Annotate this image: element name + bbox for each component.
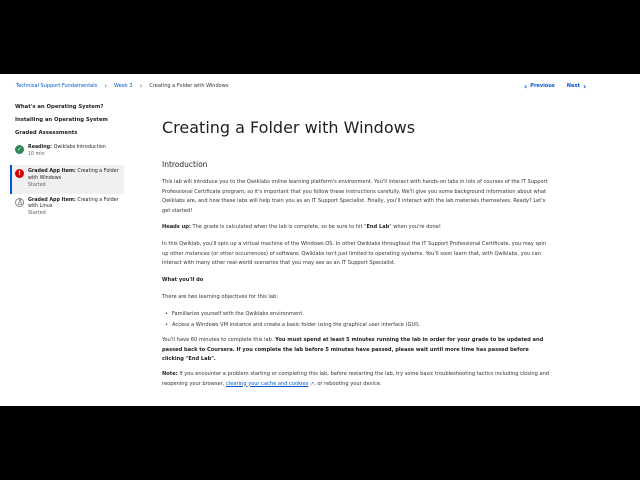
- chevron-right-icon: ›: [139, 81, 143, 90]
- sidebar-module-graded[interactable]: Graded Assessments: [10, 126, 124, 139]
- heads-up-paragraph: Heads up: The grade is calculated when t…: [162, 224, 441, 230]
- sidebar-item-label: Graded App Item: Creating a Folder with …: [28, 169, 119, 188]
- previous-button[interactable]: Previous: [530, 83, 554, 89]
- lesson-page: Technical Support Fundamentals › Week 3 …: [0, 74, 640, 406]
- objectives-intro: There are two learning objectives for th…: [162, 294, 278, 300]
- sidebar-item-creating-folder-windows[interactable]: ! Graded App Item: Creating a Folder wit…: [10, 165, 124, 194]
- note-paragraph: Note: If you encounter a problem startin…: [162, 370, 552, 389]
- breadcrumb: Technical Support Fundamentals › Week 3 …: [16, 81, 228, 91]
- sidebar-item-qwiklabs-intro[interactable]: ✓ Reading: Qwiklabs Introduction 10 min: [10, 141, 124, 162]
- list-item: Familiarize yourself with the Qwiklabs e…: [165, 310, 542, 320]
- next-button[interactable]: Next: [567, 83, 580, 89]
- chevron-right-icon: ›: [582, 81, 587, 91]
- lab-flask-icon: [15, 197, 24, 207]
- chevron-left-icon: ‹: [524, 81, 528, 91]
- cache-cookies-link[interactable]: clearing your cache and cookies: [226, 381, 308, 387]
- time-paragraph: You'll have 60 minutes to complete this …: [162, 337, 544, 362]
- alert-icon: !: [15, 169, 24, 179]
- sidebar-item-label: Graded App Item: Creating a Folder with …: [28, 197, 119, 216]
- intro-paragraph: This lab will introduce you to the Qwikl…: [162, 179, 548, 214]
- what-youll-do-heading: What you'll do: [162, 277, 204, 283]
- vm-paragraph: In this Qwiklab, you'll spin up a virtua…: [162, 241, 546, 266]
- pager: ‹ Previous Next ›: [521, 81, 589, 91]
- sidebar-module-installing[interactable]: Installing an Operating System: [10, 113, 124, 126]
- breadcrumb-week-link[interactable]: Week 3: [114, 83, 132, 89]
- sidebar-item-label: Reading: Qwiklabs Introduction 10 min: [28, 145, 106, 157]
- sidebar-module-os[interactable]: What's an Operating System?: [10, 100, 124, 113]
- breadcrumb-course-link[interactable]: Technical Support Fundamentals: [16, 83, 97, 89]
- breadcrumb-current: Creating a Folder with Windows: [149, 83, 229, 89]
- check-icon: ✓: [15, 145, 24, 154]
- chevron-right-icon: ›: [104, 81, 108, 90]
- sidebar: What's an Operating System? Installing a…: [10, 100, 124, 222]
- page-title: Creating a Folder with Windows: [162, 118, 416, 137]
- list-item: Access a Windows VM instance and create …: [165, 321, 542, 331]
- section-heading: Introduction: [162, 160, 208, 169]
- sidebar-item-creating-folder-linux[interactable]: Graded App Item: Creating a Folder with …: [10, 194, 124, 222]
